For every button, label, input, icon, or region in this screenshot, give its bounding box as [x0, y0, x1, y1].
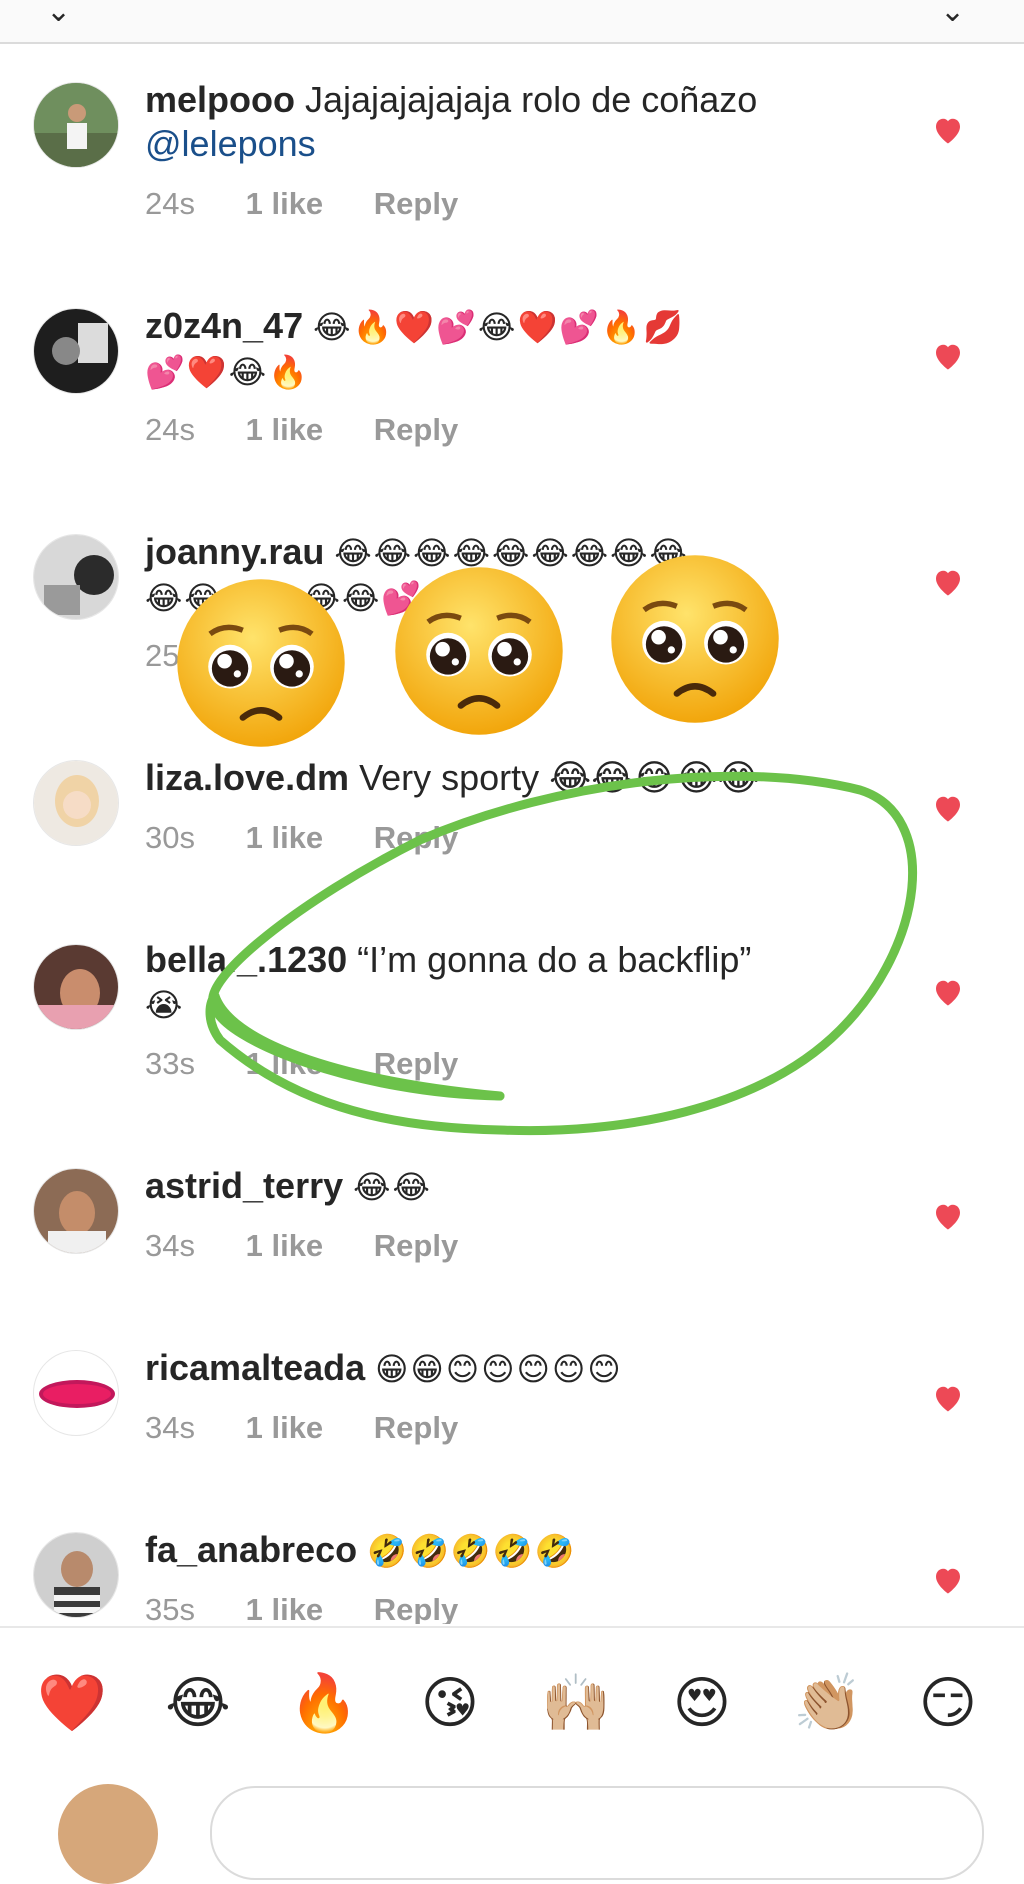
raised-hands-reaction-button[interactable]: 🙌🏼	[540, 1668, 612, 1740]
comment-input[interactable]	[210, 1786, 984, 1880]
kiss-reaction-button[interactable]: 😘	[414, 1668, 486, 1740]
reaction-bar: ❤️ 😂 🔥 😘 🙌🏼 😍 👏🏼 😏	[0, 1626, 1024, 1884]
laugh-reaction-button[interactable]: 😂	[162, 1668, 234, 1740]
clap-reaction-button[interactable]: 👏🏼	[792, 1668, 864, 1740]
annotation-circle	[205, 771, 917, 1136]
heart-eyes-reaction-button[interactable]: 😍	[666, 1668, 738, 1740]
heart-reaction-button[interactable]: ❤️	[36, 1668, 108, 1740]
current-user-avatar	[58, 1784, 158, 1884]
fire-reaction-button[interactable]: 🔥	[288, 1668, 360, 1740]
smirk-reaction-button[interactable]: 😏	[912, 1668, 984, 1740]
